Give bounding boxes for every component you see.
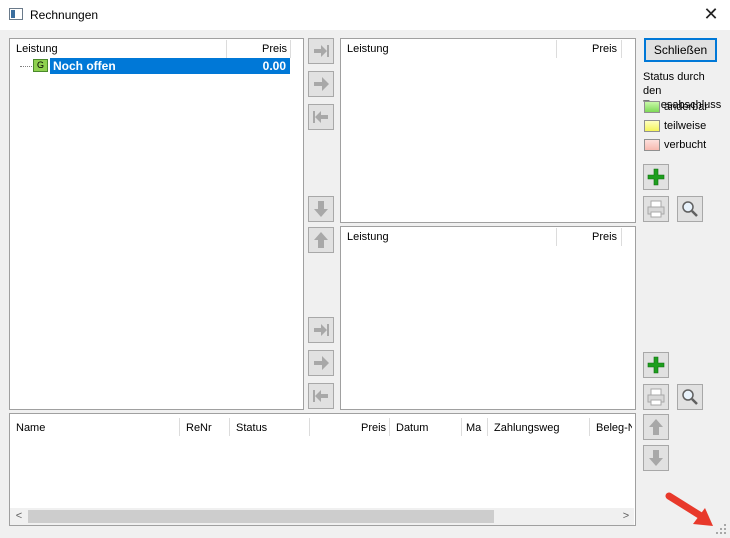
print-button-2[interactable] xyxy=(643,384,669,410)
legend-label-aenderbar: änderbar xyxy=(664,101,709,113)
column-header-renr[interactable]: ReNr xyxy=(186,419,212,437)
top-list-panel[interactable]: Leistung Preis xyxy=(340,38,636,223)
arrow-to-start-icon xyxy=(313,111,328,123)
arrow-to-end-icon xyxy=(314,324,329,336)
header-separator xyxy=(621,228,622,246)
scrollbar-thumb[interactable] xyxy=(28,510,494,523)
resize-grip-icon[interactable] xyxy=(714,522,728,536)
header-separator xyxy=(309,418,310,436)
column-header-preis[interactable]: Preis xyxy=(361,419,386,437)
arrow-right-icon xyxy=(314,77,329,91)
column-header-name[interactable]: Name xyxy=(16,419,45,437)
scroll-right-button[interactable]: > xyxy=(619,509,633,524)
header-separator xyxy=(229,418,230,436)
printer-icon xyxy=(647,200,665,218)
header-separator xyxy=(226,40,227,58)
top-list-header-leistung[interactable]: Leistung xyxy=(347,40,389,58)
tree-row-value: 0.00 xyxy=(262,59,286,73)
column-header-ma[interactable]: Ma xyxy=(466,419,481,437)
header-separator xyxy=(556,40,557,58)
printer-icon xyxy=(647,388,665,406)
header-separator xyxy=(589,418,590,436)
header-separator xyxy=(461,418,462,436)
window-title: Rechnungen xyxy=(30,8,99,22)
plus-icon xyxy=(647,168,665,186)
middle-list-header-preis[interactable]: Preis xyxy=(592,228,617,246)
column-header-status[interactable]: Status xyxy=(236,419,267,437)
schliessen-button[interactable]: Schließen xyxy=(644,38,717,62)
print-button[interactable] xyxy=(643,196,669,222)
header-separator xyxy=(621,40,622,58)
tree-row-label: Noch offen xyxy=(53,59,116,73)
move-down-button-2[interactable] xyxy=(643,445,669,471)
column-header-beleg-nr[interactable]: Beleg-N xyxy=(596,419,632,437)
header-separator xyxy=(389,418,390,436)
search-button[interactable] xyxy=(677,196,703,222)
column-header-zahlungsweg[interactable]: Zahlungsweg xyxy=(494,419,559,437)
header-separator xyxy=(290,40,291,58)
tree-header-leistung[interactable]: Leistung xyxy=(16,40,58,58)
move-up-button[interactable] xyxy=(308,227,334,253)
arrow-up-icon xyxy=(649,419,663,435)
legend-swatch-aenderbar xyxy=(644,101,660,113)
legend-label-teilweise: teilweise xyxy=(664,120,707,132)
legend-swatch-teilweise xyxy=(644,120,660,132)
tree-panel[interactable]: Leistung Preis xyxy=(9,38,304,410)
header-separator xyxy=(556,228,557,246)
header-separator xyxy=(179,418,180,436)
arrow-to-start-icon xyxy=(313,390,328,402)
search-button-2[interactable] xyxy=(677,384,703,410)
top-list-header-preis[interactable]: Preis xyxy=(592,40,617,58)
scroll-left-button[interactable]: < xyxy=(12,509,26,524)
arrow-up-icon xyxy=(314,232,328,248)
arrow-down-icon xyxy=(314,201,328,217)
move-up-button-2[interactable] xyxy=(643,414,669,440)
middle-list-header-leistung[interactable]: Leistung xyxy=(347,228,389,246)
tree-connector xyxy=(20,66,34,67)
legend-swatch-verbucht xyxy=(644,139,660,151)
add-button-2[interactable] xyxy=(643,352,669,378)
move-right-button-2[interactable] xyxy=(308,350,334,376)
middle-list-panel[interactable]: Leistung Preis xyxy=(340,226,636,410)
legend-label-verbucht: verbucht xyxy=(664,139,707,151)
move-first-button-2[interactable] xyxy=(308,383,334,409)
column-header-datum[interactable]: Datum xyxy=(396,419,428,437)
move-last-button-2[interactable] xyxy=(308,317,334,343)
move-first-button[interactable] xyxy=(308,104,334,130)
tree-row-noch-offen[interactable]: Noch offen 0.00 xyxy=(50,58,290,74)
app-icon xyxy=(9,8,23,20)
magnifier-icon xyxy=(682,201,698,217)
move-right-button[interactable] xyxy=(308,71,334,97)
header-separator xyxy=(487,418,488,436)
add-button[interactable] xyxy=(643,164,669,190)
status-badge: G xyxy=(33,59,48,72)
title-bar xyxy=(0,0,730,30)
plus-icon xyxy=(647,356,665,374)
arrow-down-icon xyxy=(649,450,663,466)
move-down-button[interactable] xyxy=(308,196,334,222)
magnifier-icon xyxy=(682,389,698,405)
move-last-button[interactable] xyxy=(308,38,334,64)
arrow-right-icon xyxy=(314,356,329,370)
arrow-to-end-icon xyxy=(314,45,329,57)
tree-header-preis[interactable]: Preis xyxy=(262,40,287,58)
window-close-button[interactable]: ✕ xyxy=(700,3,722,25)
